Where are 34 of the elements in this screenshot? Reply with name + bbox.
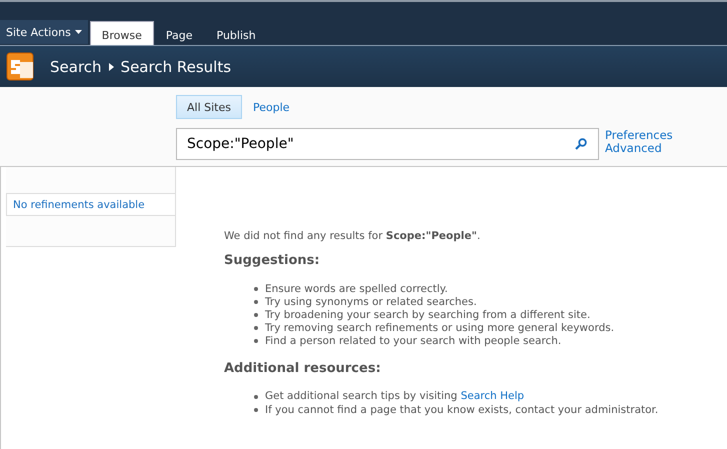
search-help-link[interactable]: Search Help bbox=[460, 390, 524, 402]
suggestion-text: Try broadening your search by searching from a different site. bbox=[265, 308, 590, 320]
refinements-message: No refinements available bbox=[6, 193, 175, 216]
no-results-message: We did not find any results for Scope:"People". bbox=[224, 230, 482, 242]
resource-text: Get additional search tips by visiting Search Help bbox=[265, 390, 524, 403]
breadcrumb-item: Search Results bbox=[120, 58, 232, 76]
search-link[interactable]: Preferences bbox=[605, 129, 673, 142]
resources-heading: Additional resources: bbox=[224, 361, 382, 376]
suggestions-heading: Suggestions: bbox=[224, 253, 321, 268]
site-logo-icon bbox=[6, 52, 36, 82]
site-actions-menu[interactable]: Site Actions bbox=[0, 20, 88, 44]
ribbon-tab[interactable]: Page bbox=[154, 21, 204, 45]
suggestion-text: Find a person related to your search with people search. bbox=[265, 334, 562, 346]
caret-icon bbox=[74, 30, 82, 34]
scope-tab[interactable]: People bbox=[242, 95, 301, 119]
ribbon-tab[interactable]: Browse bbox=[90, 21, 154, 45]
suggestion-text: Ensure words are spelled correctly. bbox=[265, 282, 448, 294]
bullet-icon bbox=[254, 300, 258, 304]
bullet-icon bbox=[254, 312, 258, 316]
bullet-icon bbox=[254, 394, 258, 398]
breadcrumb-item[interactable]: Search bbox=[50, 58, 102, 76]
search-link[interactable]: Advanced bbox=[605, 142, 673, 155]
resource-text: If you cannot find a page that you know exists, contact your administrator. bbox=[265, 404, 658, 416]
search-icon[interactable] bbox=[575, 138, 587, 150]
separator-icon bbox=[108, 62, 114, 70]
suggestion-text: Try removing search refinements or using more general keywords. bbox=[265, 322, 614, 334]
scope-tab[interactable]: All Sites bbox=[176, 95, 242, 119]
ribbon-tab[interactable]: Publish bbox=[204, 21, 268, 45]
bullet-icon bbox=[254, 286, 258, 290]
bullet-icon bbox=[254, 408, 258, 412]
search-field[interactable]: Scope:"People" bbox=[176, 128, 599, 160]
bullet-icon bbox=[254, 338, 258, 342]
bullet-icon bbox=[254, 326, 258, 330]
suggestion-text: Try using synonyms or related searches. bbox=[265, 296, 477, 308]
